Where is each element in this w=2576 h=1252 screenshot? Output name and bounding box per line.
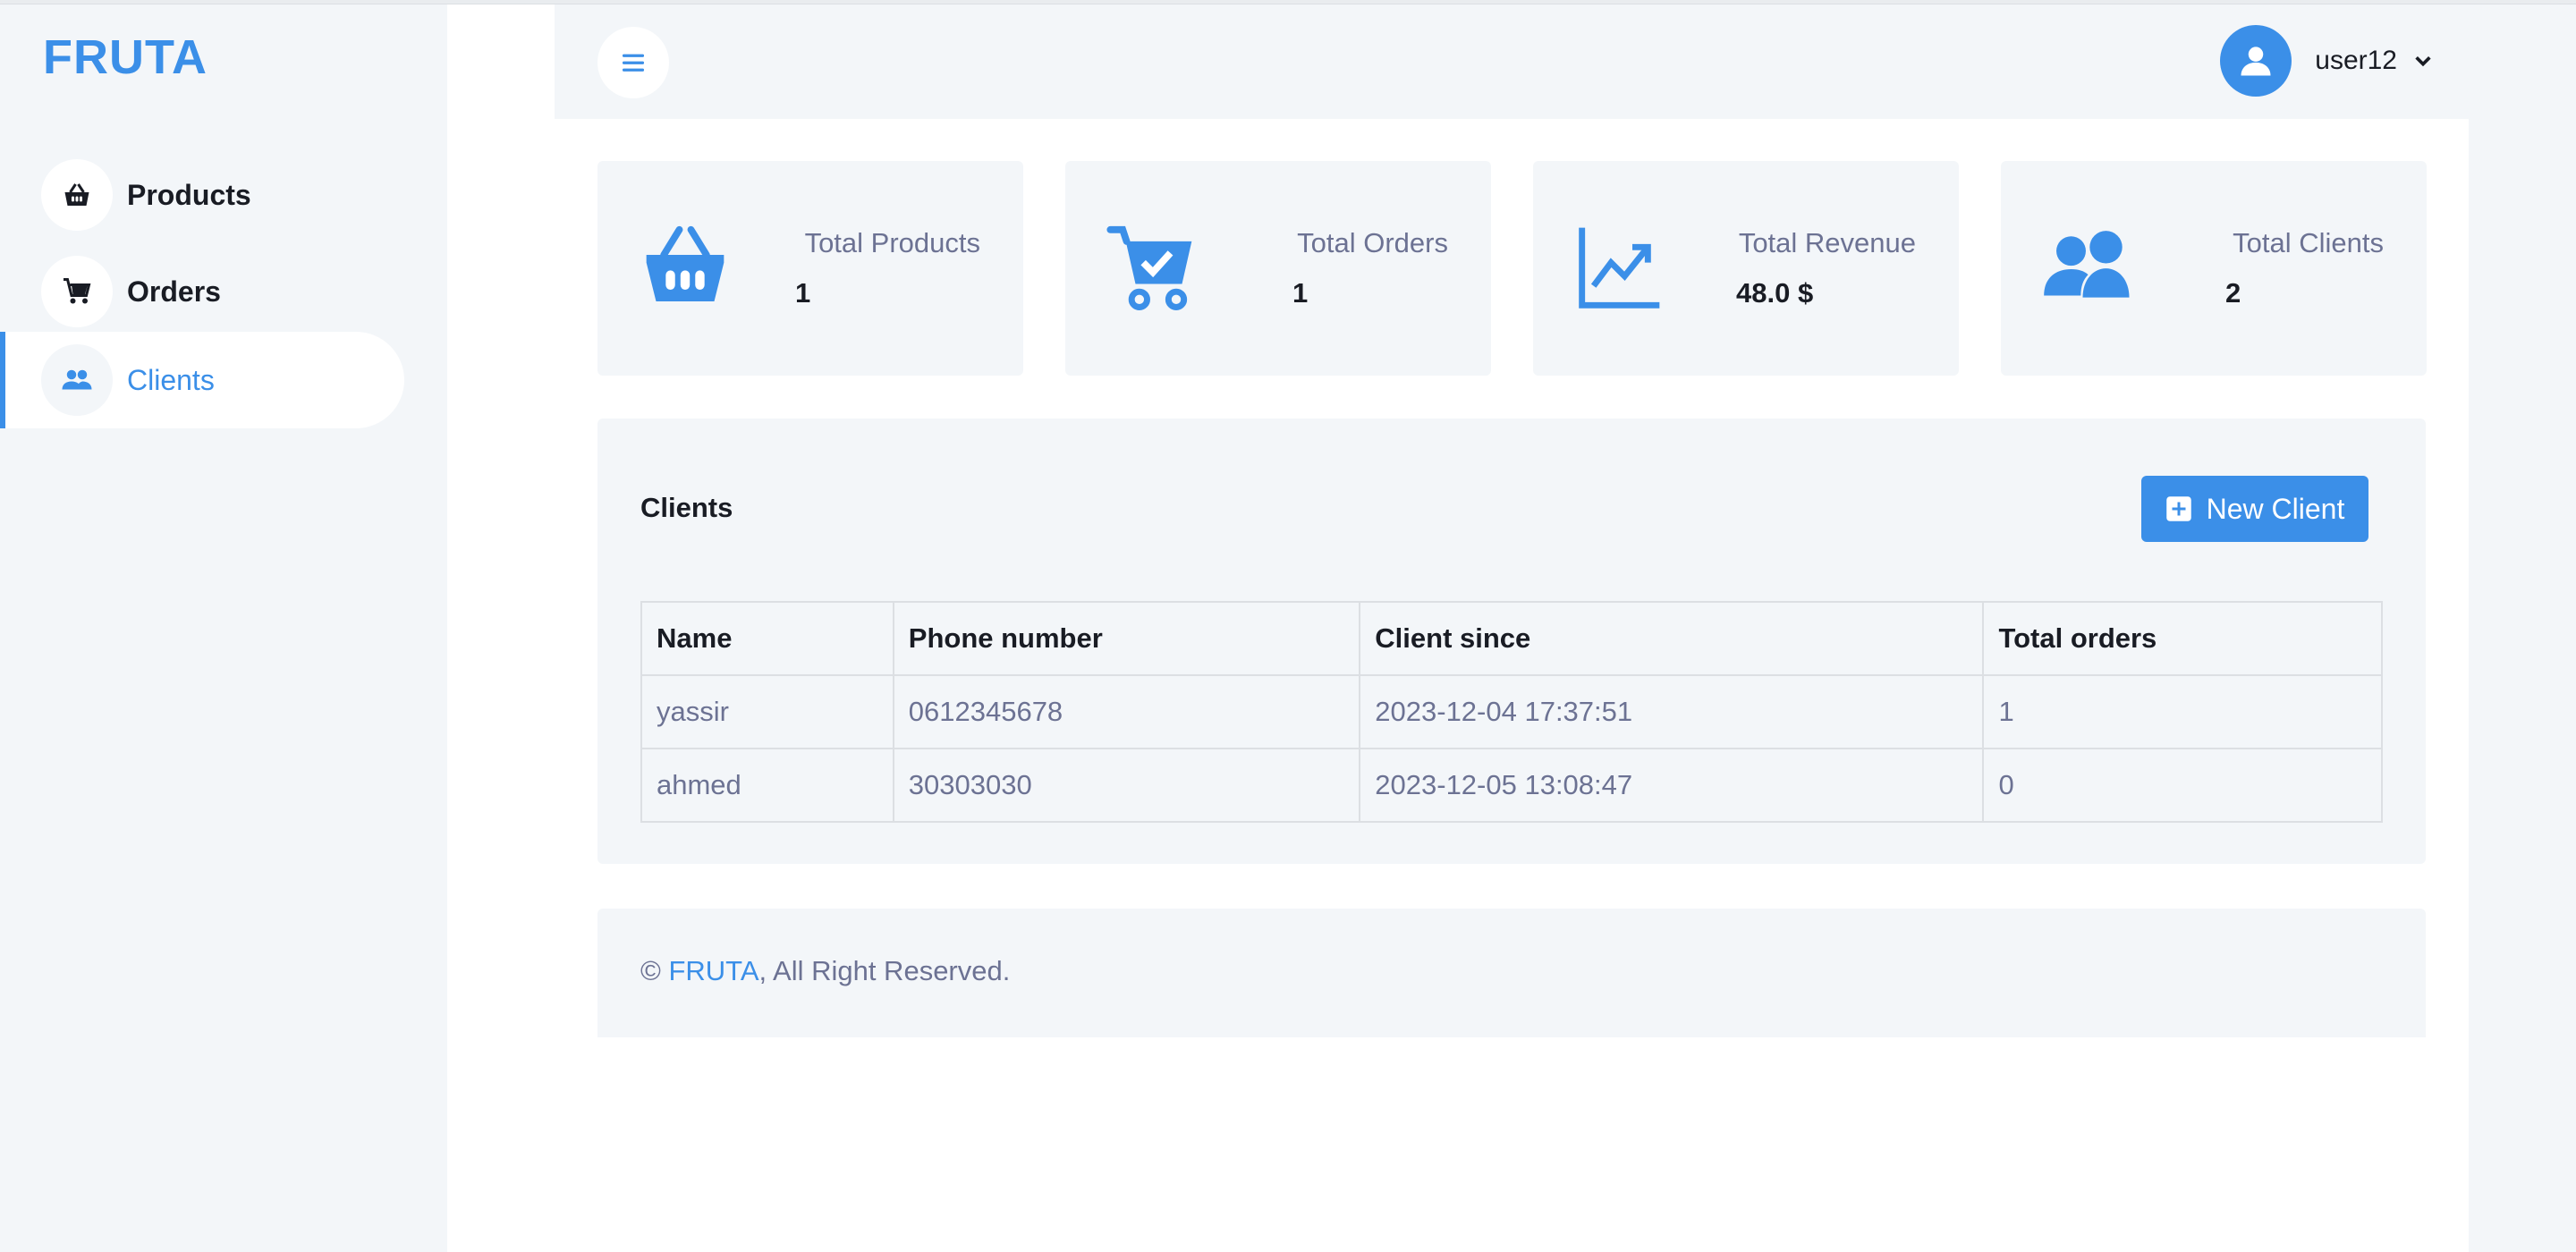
clients-table: Name Phone number Client since Total ord…: [640, 601, 2383, 823]
user-menu[interactable]: user12: [2220, 25, 2433, 97]
users-icon: [2042, 220, 2135, 313]
stat-value: 48.0 $: [1736, 277, 1814, 309]
chevron-down-icon[interactable]: [2413, 51, 2433, 71]
table-header-row: Name Phone number Client since Total ord…: [640, 601, 2383, 676]
basket-icon: [41, 159, 113, 231]
new-client-label: New Client: [2206, 492, 2345, 525]
table-row[interactable]: ahmed 30303030 2023-12-05 13:08:47 0: [640, 748, 2383, 823]
stat-label: Total Products: [804, 227, 980, 258]
column-header-total-orders: Total orders: [1982, 601, 2383, 676]
stat-value: 2: [2225, 277, 2241, 309]
cart-icon: [41, 256, 113, 327]
stat-label: Total Orders: [1297, 227, 1448, 258]
stat-card-revenue: Total Revenue 48.0 $: [1533, 161, 1959, 376]
basket-icon: [639, 220, 732, 313]
cell-total-orders: 0: [1982, 748, 2383, 823]
cell-phone: 30303030: [892, 748, 1361, 823]
stat-value: 1: [1292, 277, 1309, 309]
footer-brand-link[interactable]: FRUTA: [668, 955, 758, 986]
stat-label: Total Clients: [2233, 227, 2384, 258]
stat-card-orders: Total Orders 1: [1065, 161, 1491, 376]
hamburger-icon: [623, 54, 644, 72]
sidebar-item-label: Orders: [127, 275, 221, 308]
sidebar-item-clients[interactable]: Clients: [0, 332, 404, 428]
sidebar-item-orders[interactable]: Orders: [0, 243, 404, 340]
plus-square-icon: [2165, 496, 2191, 521]
column-header-phone: Phone number: [892, 601, 1361, 676]
cell-total-orders: 1: [1982, 674, 2383, 749]
cell-name: yassir: [640, 674, 894, 749]
brand-logo[interactable]: FRUTA: [43, 30, 208, 85]
avatar[interactable]: [2220, 25, 2292, 97]
footer-copyright: © FRUTA, All Right Reserved.: [640, 955, 1010, 987]
new-client-button[interactable]: New Client: [2141, 476, 2368, 542]
sidebar-item-products[interactable]: Products: [0, 147, 404, 243]
stat-value: 1: [795, 277, 811, 309]
sidebar: FRUTA Products Orders Clients: [0, 4, 447, 1252]
cell-client-since: 2023-12-04 17:37:51: [1359, 674, 1985, 749]
sidebar-item-label: Clients: [127, 363, 215, 396]
panel-title: Clients: [640, 492, 733, 523]
cart-check-icon: [1106, 220, 1199, 313]
footer: © FRUTA, All Right Reserved.: [597, 909, 2426, 1037]
cell-phone: 0612345678: [892, 674, 1361, 749]
column-header-name: Name: [640, 601, 894, 676]
sidebar-toggle-button[interactable]: [597, 27, 669, 98]
stat-card-products: Total Products 1: [597, 161, 1023, 376]
cell-client-since: 2023-12-05 13:08:47: [1359, 748, 1985, 823]
cell-name: ahmed: [640, 748, 894, 823]
user-icon: [2241, 47, 2271, 76]
stat-card-clients: Total Clients 2: [2001, 161, 2427, 376]
chart-line-icon: [1574, 220, 1667, 313]
users-icon: [41, 344, 113, 416]
top-navbar: user12: [555, 4, 2469, 119]
stat-label: Total Revenue: [1738, 227, 1916, 258]
sidebar-item-label: Products: [127, 178, 251, 211]
user-name: user12: [2315, 46, 2397, 75]
table-row[interactable]: yassir 0612345678 2023-12-04 17:37:51 1: [640, 674, 2383, 749]
column-header-client-since: Client since: [1359, 601, 1985, 676]
clients-panel: Clients New Client Name Phone number Cli…: [597, 419, 2426, 864]
copyright-symbol: ©: [640, 955, 661, 986]
footer-suffix: , All Right Reserved.: [758, 955, 1011, 986]
